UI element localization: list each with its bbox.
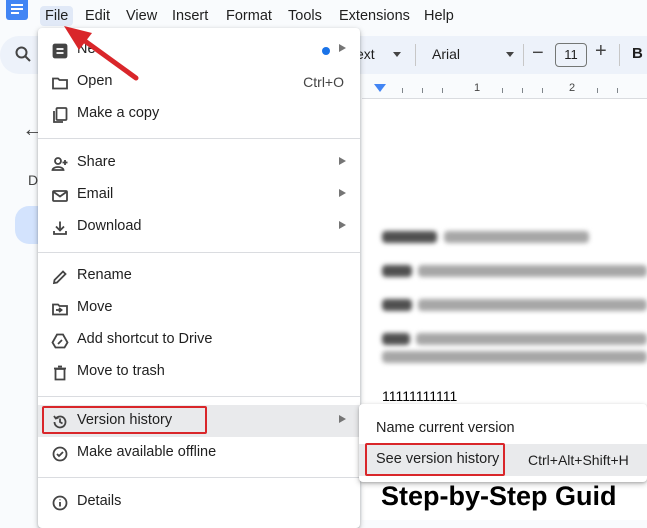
toolbar-divider <box>415 44 416 66</box>
menu-item-download[interactable]: Download <box>38 211 360 243</box>
chevron-down-icon[interactable] <box>393 52 401 57</box>
menu-tools[interactable]: Tools <box>283 6 327 26</box>
file-menu: Ne Open Ctrl+O Make a copy Share Email D… <box>38 28 360 528</box>
menu-view[interactable]: View <box>121 6 162 26</box>
font-dropdown[interactable]: Arial <box>432 46 460 62</box>
menu-edit[interactable]: Edit <box>80 6 115 26</box>
toolbar-divider <box>619 44 620 66</box>
menu-item-email[interactable]: Email <box>38 179 360 211</box>
highlight-box <box>42 406 207 434</box>
menu-divider <box>38 477 360 478</box>
docs-logo-icon[interactable] <box>6 0 28 20</box>
blurred-text <box>418 299 647 311</box>
person-add-icon <box>51 157 68 171</box>
submenu-arrow-icon <box>339 189 346 197</box>
menu-item-label: Details <box>77 493 122 509</box>
document-heading: Step-by-Step Guid <box>381 481 617 511</box>
menu-item-label: Add shortcut to Drive <box>77 331 213 347</box>
menu-item-offline[interactable]: Make available offline <box>38 437 360 469</box>
menu-item-label: Rename <box>77 267 132 283</box>
menu-item-move[interactable]: Move <box>38 292 360 324</box>
menu-item-rename[interactable]: Rename <box>38 260 360 292</box>
new-indicator-dot <box>322 47 330 55</box>
offline-check-icon <box>52 446 68 462</box>
ruler-number: 2 <box>569 82 576 94</box>
menu-item-shortcut: Ctrl+O <box>303 74 344 90</box>
menu-item-label: Make a copy <box>77 105 160 121</box>
decrease-font-size-button[interactable]: − <box>532 42 544 65</box>
menu-format[interactable]: Format <box>221 6 277 26</box>
ruler: 1 2 <box>362 80 647 99</box>
info-icon <box>52 495 68 511</box>
menu-item-label: Name current version <box>376 420 515 436</box>
menu-item-label: Email <box>77 186 114 202</box>
menu-item-trash[interactable]: Move to trash <box>38 356 360 388</box>
bold-button[interactable]: B <box>632 45 643 62</box>
submenu-arrow-icon <box>339 44 346 52</box>
menu-divider <box>38 252 360 253</box>
menu-divider <box>38 138 360 139</box>
submenu-arrow-icon <box>339 415 346 423</box>
menu-item-share[interactable]: Share <box>38 147 360 179</box>
toolbar-divider <box>523 44 524 66</box>
blurred-text <box>418 265 647 277</box>
menu-file[interactable]: File <box>40 6 74 26</box>
outline-label: D <box>28 172 39 188</box>
menu-item-open[interactable]: Open Ctrl+O <box>38 66 360 98</box>
pencil-icon <box>52 270 67 285</box>
folder-move-icon <box>52 303 68 316</box>
highlight-box <box>365 443 505 476</box>
menu-item-new[interactable]: Ne <box>38 34 360 66</box>
blurred-text <box>382 351 647 363</box>
menu-item-shortcut: Ctrl+Alt+Shift+H <box>528 452 629 468</box>
menu-item-label: Download <box>77 218 142 234</box>
menu-extensions[interactable]: Extensions <box>334 6 415 26</box>
search-menus-icon[interactable] <box>14 45 32 63</box>
mail-icon <box>52 190 68 202</box>
menu-insert[interactable]: Insert <box>167 6 213 26</box>
blurred-text <box>382 299 412 311</box>
menu-item-label: Share <box>77 154 116 170</box>
blurred-text <box>444 231 589 243</box>
trash-icon <box>54 365 66 381</box>
blurred-text <box>382 333 410 345</box>
menu-item-details[interactable]: Details <box>38 486 360 518</box>
menu-item-label: Ne <box>77 41 96 57</box>
ruler-number: 1 <box>474 82 481 94</box>
menu-help[interactable]: Help <box>419 6 459 26</box>
new-doc-icon <box>52 43 68 59</box>
menu-item-label: Move to trash <box>77 363 165 379</box>
folder-icon <box>52 77 68 90</box>
menu-item-add-shortcut[interactable]: Add shortcut to Drive <box>38 324 360 356</box>
menu-item-label: Open <box>77 73 113 89</box>
submenu-arrow-icon <box>339 221 346 229</box>
font-size-input[interactable]: 11 <box>555 43 587 67</box>
submenu-arrow-icon <box>339 157 346 165</box>
menu-item-make-copy[interactable]: Make a copy <box>38 98 360 130</box>
menu-item-label: Move <box>77 299 113 315</box>
chevron-down-icon[interactable] <box>506 52 514 57</box>
copy-icon <box>53 107 68 123</box>
increase-font-size-button[interactable]: + <box>595 40 607 63</box>
download-icon <box>53 221 67 235</box>
indent-marker[interactable] <box>374 84 386 92</box>
blurred-text <box>416 333 647 345</box>
blurred-text <box>382 265 412 277</box>
drive-shortcut-icon <box>51 333 69 349</box>
menu-item-name-current-version[interactable]: Name current version <box>359 413 647 443</box>
blurred-text <box>382 231 437 243</box>
document-text: 11111111111 <box>382 388 458 404</box>
menu-divider <box>38 396 360 397</box>
menu-item-label: Make available offline <box>77 444 217 460</box>
